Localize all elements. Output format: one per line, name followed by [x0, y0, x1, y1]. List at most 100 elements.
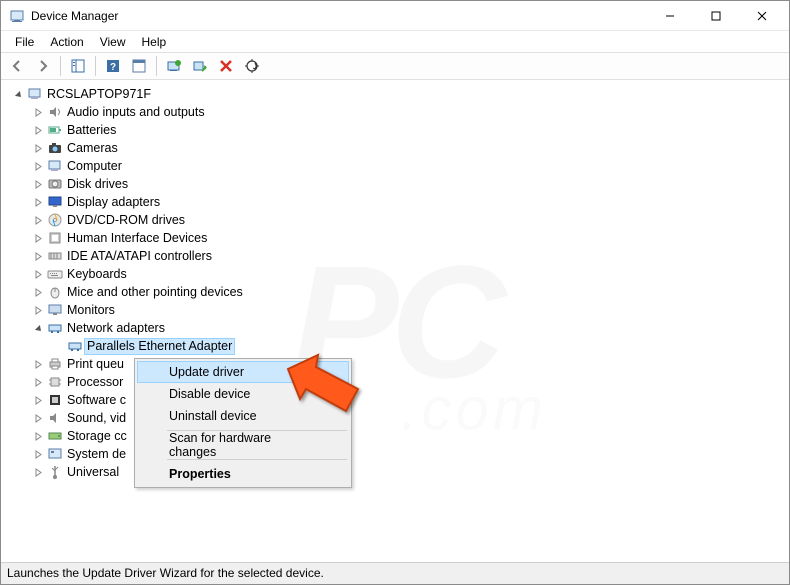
tree-category[interactable]: System de [5, 445, 789, 463]
context-menu-item-label: Update driver [169, 365, 244, 379]
help-button[interactable]: ? [101, 54, 125, 78]
expander-closed-icon[interactable] [31, 267, 45, 281]
tree-category[interactable]: IDE ATA/ATAPI controllers [5, 247, 789, 265]
expander-closed-icon[interactable] [31, 231, 45, 245]
network-icon [47, 320, 63, 336]
update-driver-button[interactable] [162, 54, 186, 78]
tree-item-label: Disk drives [67, 177, 128, 192]
tree-category[interactable]: Audio inputs and outputs [5, 103, 789, 121]
window-controls [647, 1, 785, 31]
expander-open-icon[interactable] [11, 87, 25, 101]
context-menu: Update driver Disable device Uninstall d… [134, 358, 352, 488]
tree-category[interactable]: Keyboards [5, 265, 789, 283]
window-title: Device Manager [31, 9, 647, 23]
tree-item-label: System de [67, 447, 126, 462]
svg-text:?: ? [110, 62, 116, 73]
scan-hardware-button[interactable] [240, 54, 264, 78]
tree-category-network[interactable]: Network adapters [5, 319, 789, 337]
uninstall-device-button[interactable] [214, 54, 238, 78]
menu-bar: File Action View Help [1, 31, 789, 52]
computer-icon [47, 158, 63, 174]
tree-category[interactable]: Universal [5, 463, 789, 481]
minimize-button[interactable] [647, 1, 693, 31]
properties-action-button[interactable] [127, 54, 151, 78]
tree-category[interactable]: Display adapters [5, 193, 789, 211]
maximize-button[interactable] [693, 1, 739, 31]
expander-open-icon[interactable] [31, 321, 45, 335]
context-menu-scan-hardware[interactable]: Scan for hardware changes [137, 434, 349, 456]
expander-closed-icon[interactable] [31, 177, 45, 191]
nav-back-button[interactable] [5, 54, 29, 78]
show-hide-tree-button[interactable] [66, 54, 90, 78]
menu-view[interactable]: View [92, 33, 134, 51]
expander-closed-icon[interactable] [31, 357, 45, 371]
disable-device-button[interactable] [188, 54, 212, 78]
tree-item-label: Keyboards [67, 267, 127, 282]
expander-closed-icon[interactable] [31, 285, 45, 299]
tree-category[interactable]: Storage cc [5, 427, 789, 445]
expander-closed-icon[interactable] [31, 213, 45, 227]
title-bar: Device Manager [1, 1, 789, 31]
tree-device-selected[interactable]: Parallels Ethernet Adapter [5, 337, 789, 355]
tree-category[interactable]: Batteries [5, 121, 789, 139]
device-tree[interactable]: RCSLAPTOP971F Audio inputs and outputs B… [1, 81, 789, 562]
tree-category[interactable]: DVD/CD-ROM drives [5, 211, 789, 229]
tree-root[interactable]: RCSLAPTOP971F [5, 85, 789, 103]
tree-category[interactable]: Mice and other pointing devices [5, 283, 789, 301]
toolbar: ? [1, 52, 789, 80]
expander-closed-icon[interactable] [31, 393, 45, 407]
tree-category[interactable]: Monitors [5, 301, 789, 319]
context-menu-properties[interactable]: Properties [137, 463, 349, 485]
tree-category[interactable]: Sound, vid [5, 409, 789, 427]
close-button[interactable] [739, 1, 785, 31]
tree-category[interactable]: Software c [5, 391, 789, 409]
tree-item-label: DVD/CD-ROM drives [67, 213, 185, 228]
expander-closed-icon[interactable] [31, 375, 45, 389]
tree-item-label: Software c [67, 393, 126, 408]
usb-icon [47, 464, 63, 480]
tree-item-label: Universal [67, 465, 119, 480]
nav-forward-button[interactable] [31, 54, 55, 78]
tree-category[interactable]: Human Interface Devices [5, 229, 789, 247]
tree-item-label: Mice and other pointing devices [67, 285, 243, 300]
expander-closed-icon[interactable] [31, 105, 45, 119]
tree-item-label: Batteries [67, 123, 116, 138]
tree-category[interactable]: Processor [5, 373, 789, 391]
context-menu-item-label: Disable device [169, 387, 250, 401]
expander-closed-icon[interactable] [31, 195, 45, 209]
expander-closed-icon[interactable] [31, 411, 45, 425]
display-icon [47, 194, 63, 210]
tree-item-label: Human Interface Devices [67, 231, 207, 246]
menu-action[interactable]: Action [42, 33, 91, 51]
expander-closed-icon[interactable] [31, 429, 45, 443]
tree-category[interactable]: Print queu [5, 355, 789, 373]
ide-icon [47, 248, 63, 264]
tree-item-label: Sound, vid [67, 411, 126, 426]
system-icon [47, 446, 63, 462]
context-menu-uninstall-device[interactable]: Uninstall device [137, 405, 349, 427]
tree-item-label: Cameras [67, 141, 118, 156]
expander-closed-icon[interactable] [31, 159, 45, 173]
context-menu-disable-device[interactable]: Disable device [137, 383, 349, 405]
tree-category[interactable]: Disk drives [5, 175, 789, 193]
context-menu-item-label: Properties [169, 467, 231, 481]
expander-closed-icon[interactable] [31, 249, 45, 263]
tree-item-label: Monitors [67, 303, 115, 318]
dvd-icon [47, 212, 63, 228]
menu-file[interactable]: File [7, 33, 42, 51]
expander-closed-icon[interactable] [31, 141, 45, 155]
toolbar-separator [60, 56, 61, 76]
software-icon [47, 392, 63, 408]
tree-root-label: RCSLAPTOP971F [47, 87, 151, 102]
tree-item-label: Audio inputs and outputs [67, 105, 205, 120]
context-menu-update-driver[interactable]: Update driver [137, 361, 349, 383]
expander-closed-icon[interactable] [31, 465, 45, 479]
disk-icon [47, 176, 63, 192]
menu-help[interactable]: Help [134, 33, 175, 51]
expander-closed-icon[interactable] [31, 123, 45, 137]
cpu-icon [47, 374, 63, 390]
expander-closed-icon[interactable] [31, 303, 45, 317]
tree-category[interactable]: Cameras [5, 139, 789, 157]
tree-category[interactable]: Computer [5, 157, 789, 175]
expander-closed-icon[interactable] [31, 447, 45, 461]
